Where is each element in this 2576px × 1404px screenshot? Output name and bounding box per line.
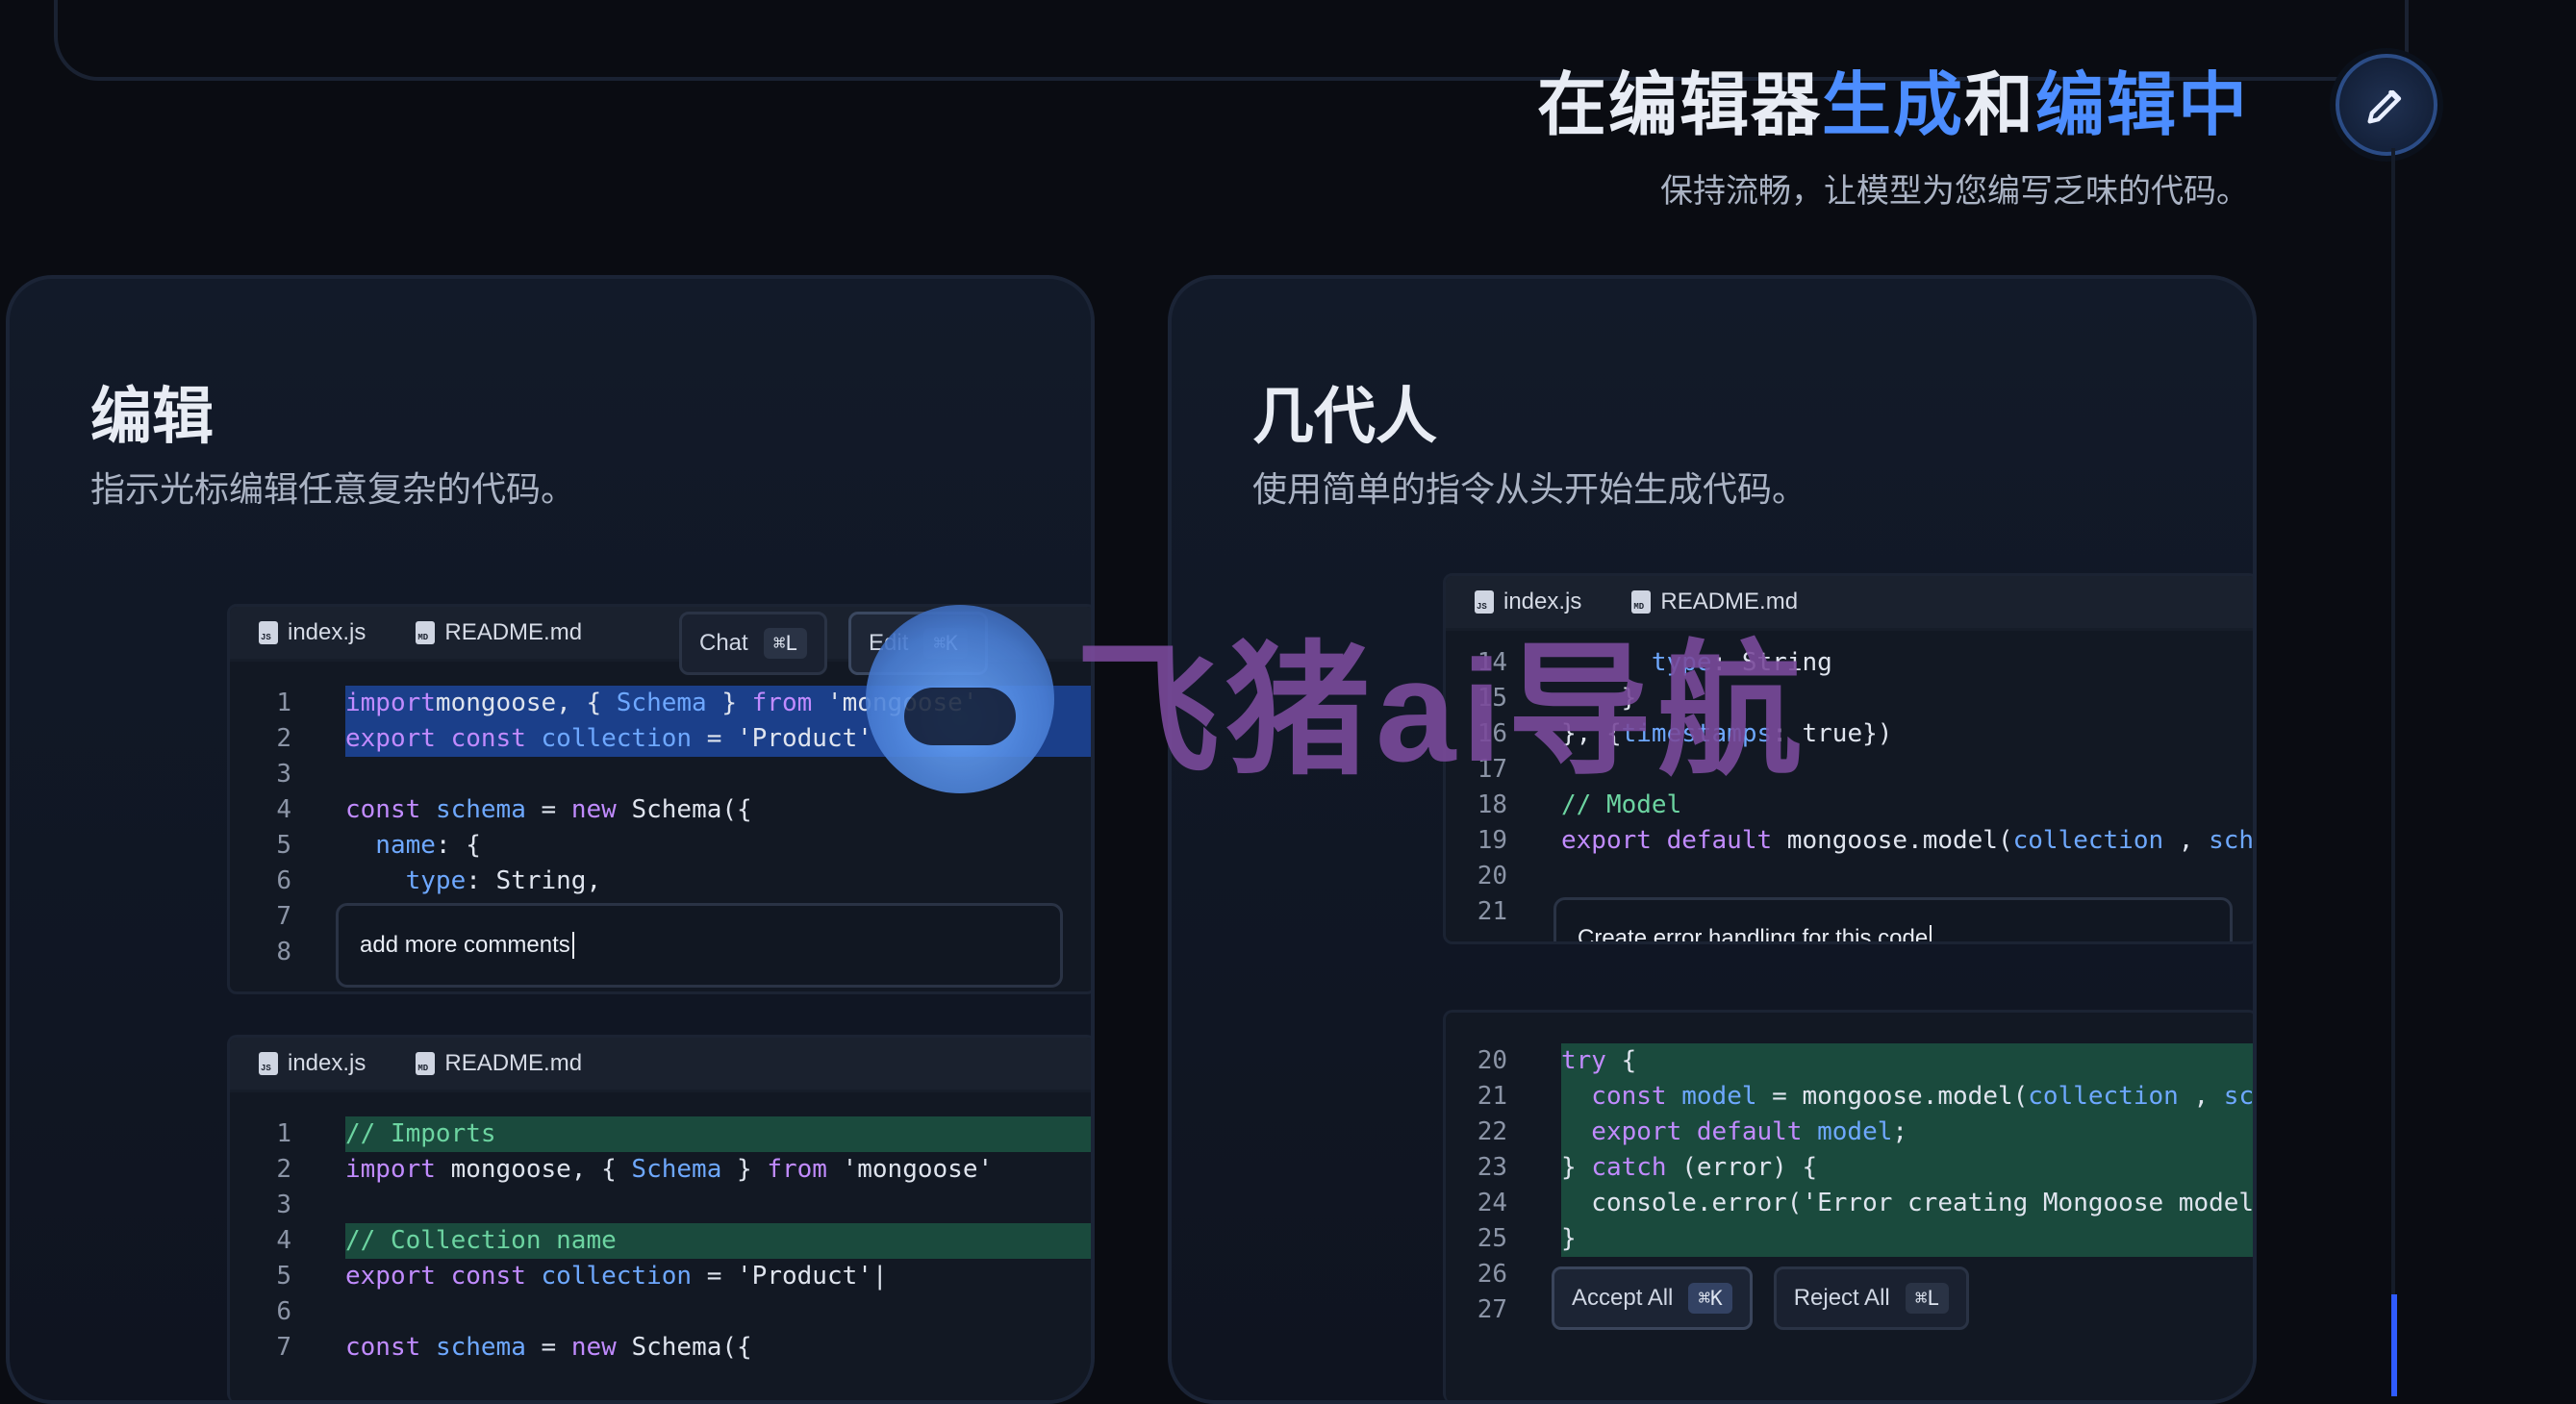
- generate-prompt-input[interactable]: Create error handling for this code: [1553, 897, 2233, 941]
- line-number: 19: [1477, 826, 1507, 855]
- editor-panel-result: JS index.js MD README.md 1 // Imports 2 impor…: [227, 1035, 1091, 1400]
- line-number: 24: [1477, 1189, 1507, 1217]
- cmdk-prompt-input[interactable]: add more comments: [336, 903, 1063, 988]
- code-text: export default mongoose.model(collection…: [1561, 826, 2255, 855]
- code-line: 4 // Collection name: [230, 1223, 1091, 1259]
- code-line: 19 export default mongoose.model(collecti…: [1446, 823, 2255, 859]
- line-number: 6: [276, 1297, 291, 1326]
- code-line: 6: [230, 1294, 1091, 1330]
- code-line: 23 } catch (error) {: [1446, 1150, 2253, 1186]
- code-line: 24 console.error('Error creating Mongoos…: [1446, 1186, 2253, 1221]
- code-text: }: [1561, 1221, 2253, 1257]
- generate-card: 几代人 使用简单的指令从头开始生成代码。 JS index.js MD README…: [1168, 275, 2257, 1404]
- diff-actions: Accept All ⌘K Reject All ⌘L: [1552, 1266, 1970, 1330]
- code-text: export default model;: [1561, 1115, 2253, 1150]
- chat-button[interactable]: Chat ⌘L: [679, 612, 827, 675]
- hero-subtitle: 保持流畅，让模型为您编写乏味的代码。: [1660, 173, 2249, 210]
- tab-readme-md[interactable]: MD README.md: [416, 619, 582, 646]
- md-file-icon: MD: [416, 1052, 436, 1075]
- site-watermark: 飞猪ai导航: [866, 594, 1807, 803]
- code-text: export const collection = 'Product'|: [345, 1262, 888, 1291]
- text-caret: [571, 932, 574, 959]
- line-number: 2: [276, 1155, 291, 1184]
- timeline-rail: [2391, 148, 2395, 1396]
- hero-title: 在编辑器生成和编辑中: [1536, 67, 2249, 144]
- line-number: 1: [276, 689, 291, 717]
- generate-card-desc: 使用简单的指令从头开始生成代码。: [1252, 469, 1807, 509]
- code-text: name: {: [345, 831, 481, 860]
- line-number: 5: [276, 1262, 291, 1291]
- code-text: type: String,: [345, 866, 602, 895]
- code-line: 2 import mongoose, { Schema } from 'mongo…: [230, 1152, 1091, 1188]
- code-line: 5 name: {: [230, 828, 1091, 864]
- code-text: } catch (error) {: [1561, 1150, 2253, 1186]
- line-number: 20: [1477, 862, 1507, 890]
- accept-all-button[interactable]: Accept All ⌘K: [1552, 1266, 1753, 1330]
- code-text: const schema = new Schema({: [345, 1333, 752, 1362]
- watermark-text: 飞猪ai导航: [1075, 630, 1808, 791]
- line-number: 3: [276, 1191, 291, 1219]
- code-line: 22 export default model;: [1446, 1115, 2253, 1150]
- code-text: // Collection name: [345, 1223, 1091, 1259]
- line-number: 20: [1477, 1046, 1507, 1075]
- line-number: 21: [1477, 897, 1507, 926]
- line-number: 3: [276, 760, 291, 789]
- code-line: 1 // Imports: [230, 1116, 1091, 1152]
- code-text: // Imports: [345, 1116, 1091, 1152]
- line-number: 23: [1477, 1153, 1507, 1182]
- line-number: 4: [276, 1226, 291, 1255]
- line-number: 21: [1477, 1082, 1507, 1111]
- code-text: console.error('Error creating Mongoose m…: [1561, 1186, 2253, 1221]
- line-number: 1: [276, 1119, 291, 1148]
- line-number: 25: [1477, 1224, 1507, 1253]
- text-caret: [1930, 925, 1932, 941]
- edit-card-title: 编辑: [90, 382, 214, 451]
- code-text: const model = mongoose.model(collection …: [1561, 1079, 2253, 1115]
- hero-section: 在编辑器生成和编辑中 保持流畅，让模型为您编写乏味的代码。: [1537, 48, 2249, 212]
- md-file-icon: MD: [416, 621, 436, 644]
- timeline-progress: [2391, 1294, 2397, 1396]
- watermark-mascot-icon: [866, 604, 1054, 793]
- code-line: 6 type: String,: [230, 864, 1091, 899]
- edit-card: 编辑 指示光标编辑任意复杂的代码。 JS index.js MD README.md…: [6, 275, 1095, 1404]
- tab-readme-md[interactable]: MD README.md: [416, 1050, 582, 1077]
- code-text: try {: [1561, 1043, 2253, 1079]
- line-number: 2: [276, 724, 291, 753]
- pen-icon: [2336, 54, 2437, 156]
- line-number: 26: [1477, 1260, 1507, 1289]
- edit-card-desc: 指示光标编辑任意复杂的代码。: [90, 469, 576, 509]
- editor-tabs: JS index.js MD README.md: [230, 1038, 1091, 1092]
- reject-all-button[interactable]: Reject All ⌘L: [1773, 1266, 1970, 1330]
- tab-index-js[interactable]: JS index.js: [259, 1050, 366, 1077]
- js-file-icon: JS: [259, 1052, 278, 1075]
- line-number: 27: [1477, 1295, 1507, 1324]
- code-line: 7 const schema = new Schema({: [230, 1330, 1091, 1366]
- line-number: 4: [276, 795, 291, 824]
- generate-card-title: 几代人: [1252, 382, 1437, 451]
- code-line: 20: [1446, 859, 2253, 894]
- line-number: 7: [276, 902, 291, 931]
- line-number: 5: [276, 831, 291, 860]
- tab-index-js[interactable]: JS index.js: [259, 619, 366, 646]
- code-line: 3: [230, 1188, 1091, 1223]
- editor-panel-diff: 20 try {21 const model = mongoose.model(c…: [1443, 1010, 2253, 1400]
- code-lines: 1 // Imports 2 import mongoose, { Schema } …: [230, 1116, 1091, 1366]
- code-line: 20 try {: [1446, 1043, 2253, 1079]
- line-number: 6: [276, 866, 291, 895]
- line-number: 22: [1477, 1117, 1507, 1146]
- code-line: 5 export const collection = 'Product'|: [230, 1259, 1091, 1294]
- code-text: import mongoose, { Schema } from 'mongoo…: [345, 1155, 994, 1184]
- code-line: 21 const model = mongoose.model(collecti…: [1446, 1079, 2253, 1115]
- line-number: 7: [276, 1333, 291, 1362]
- js-file-icon: JS: [259, 621, 278, 644]
- code-line: 25}: [1446, 1221, 2253, 1257]
- line-number: 8: [276, 938, 291, 966]
